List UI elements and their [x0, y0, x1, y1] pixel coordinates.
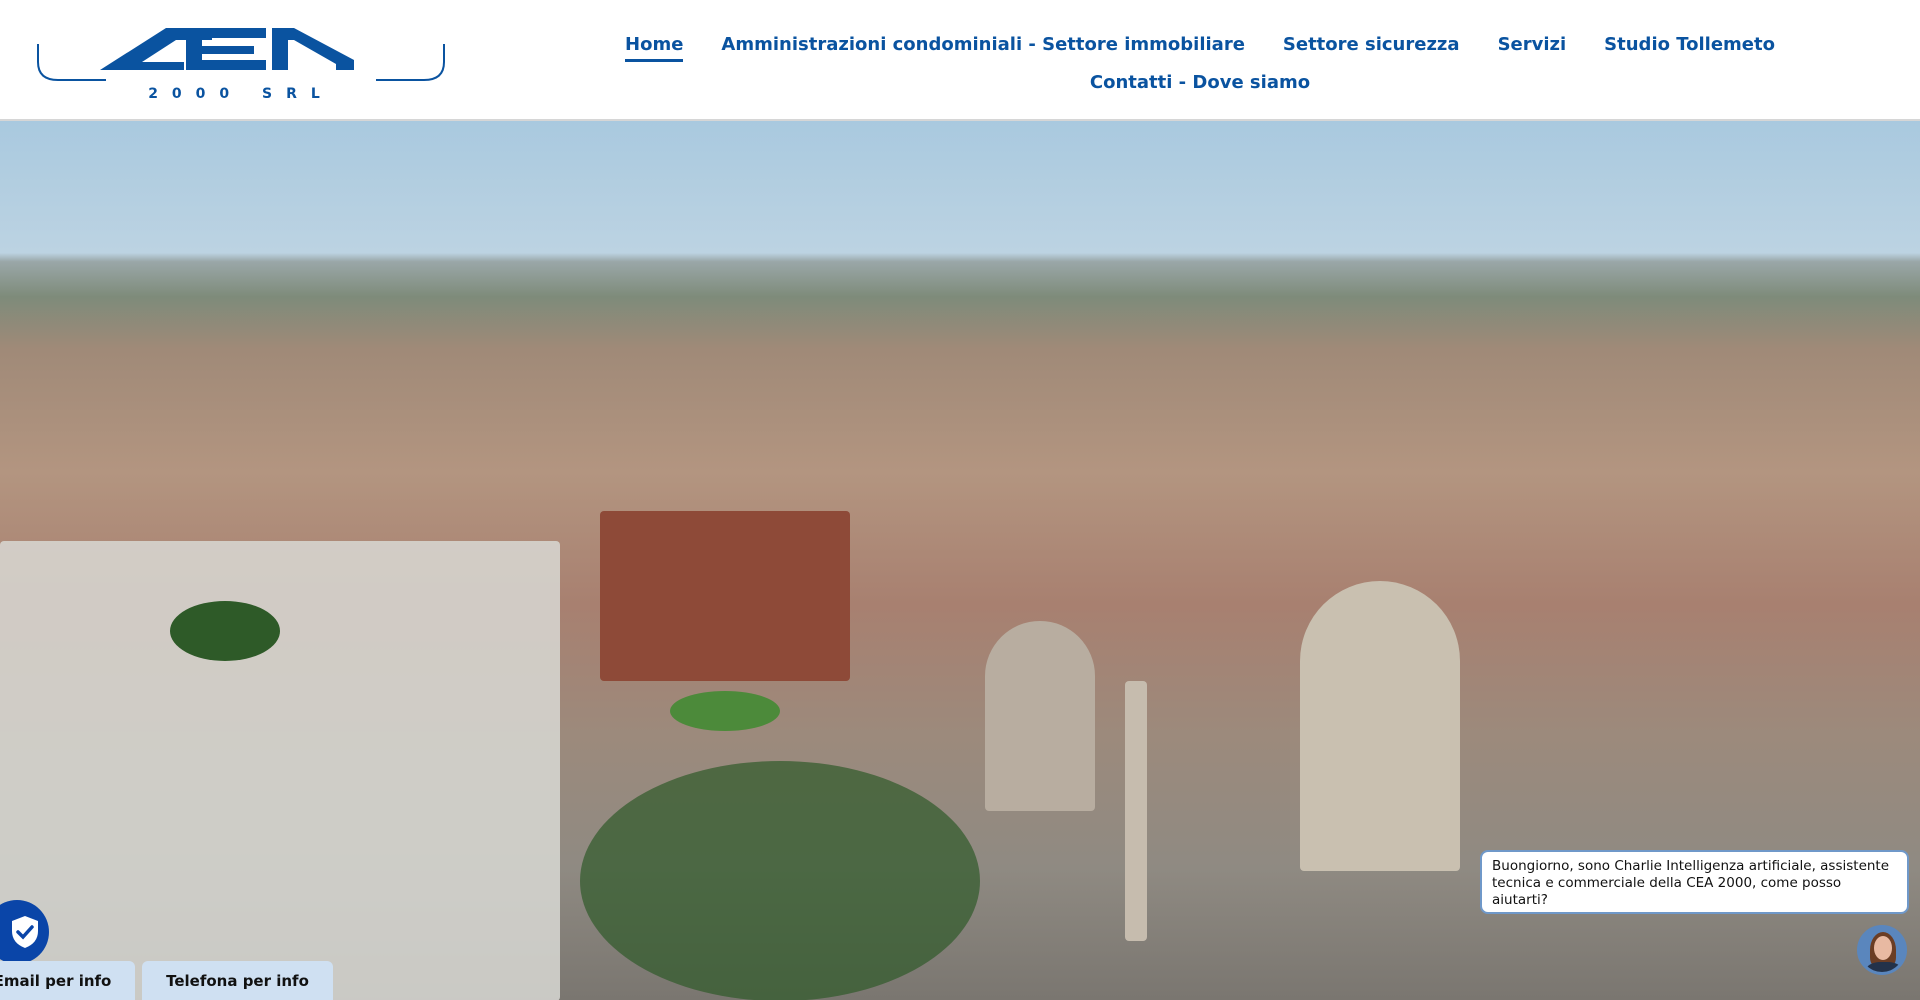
- shield-check-icon: [12, 916, 38, 948]
- nav-sicurezza[interactable]: Settore sicurezza: [1283, 26, 1460, 64]
- phone-button-label: Telefona per info: [166, 971, 309, 990]
- nav-servizi[interactable]: Servizi: [1498, 26, 1567, 64]
- main-nav: Home Amministrazioni condominiali - Setto…: [600, 26, 1800, 102]
- chatbot-greeting-bubble[interactable]: Buongiorno, sono Charlie Intelligenza ar…: [1480, 850, 1909, 914]
- site-header: 2000 SRL Home Amministrazioni condominial…: [0, 0, 1920, 121]
- nav-contatti[interactable]: Contatti - Dove siamo: [1090, 64, 1310, 102]
- email-button-label: Email per info: [0, 971, 112, 990]
- nav-amministrazioni[interactable]: Amministrazioni condominiali - Settore i…: [721, 26, 1244, 64]
- svg-text:2000 SRL: 2000 SRL: [148, 86, 334, 102]
- email-info-button[interactable]: Email per info: [0, 961, 135, 1000]
- phone-info-button[interactable]: Telefona per info: [142, 961, 333, 1000]
- nav-home[interactable]: Home: [625, 26, 684, 64]
- chatbot-avatar[interactable]: [1857, 925, 1907, 975]
- cea-logo[interactable]: 2000 SRL: [36, 22, 446, 102]
- nav-studio-tollemeto[interactable]: Studio Tollemeto: [1604, 26, 1775, 64]
